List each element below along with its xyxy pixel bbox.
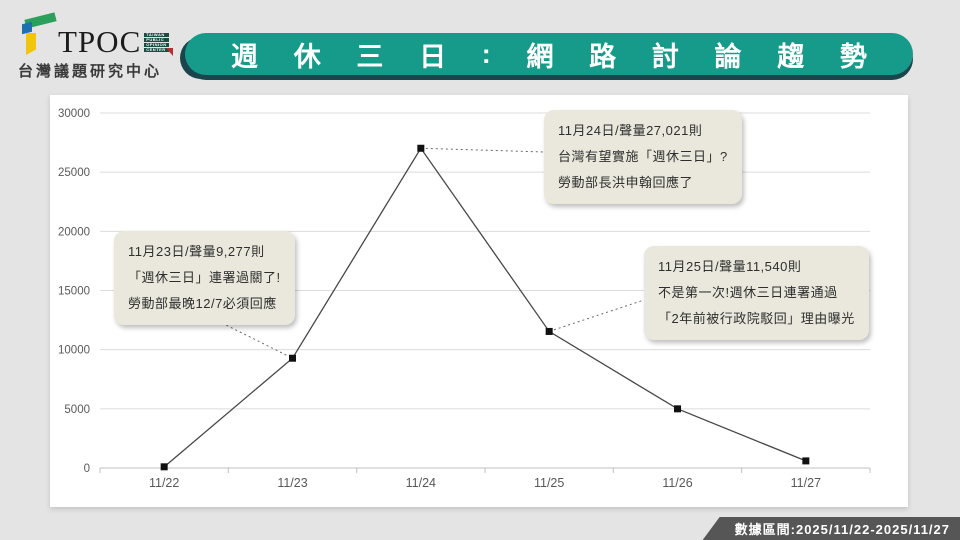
annotation-text: 「週休三日」連署過關了! — [128, 265, 281, 291]
logo-blue-fold-icon — [22, 22, 32, 34]
annotation-callout-nov23: 11月23日/聲量9,277則 「週休三日」連署過關了! 勞動部最晚12/7必須… — [114, 231, 295, 325]
x-tick-label: 11/22 — [149, 476, 179, 490]
y-tick-label: 15000 — [58, 286, 90, 298]
title-char: 週 — [231, 35, 258, 74]
x-tick-label: 11/27 — [791, 476, 821, 490]
y-tick-label: 20000 — [58, 226, 90, 238]
annotation-text: 不是第一次!週休三日連署通過 — [658, 280, 855, 306]
logo-subtext-block: TAIWAN PUBLIC OPINION CENTER — [144, 33, 168, 52]
x-tick-label: 11/25 — [534, 476, 564, 490]
y-tick-label: 10000 — [58, 345, 90, 357]
title-char: 三 — [356, 35, 383, 74]
title-char: 論 — [715, 35, 742, 74]
annotation-callout-nov24: 11月24日/聲量27,021則 台灣有望實施「週休三日」? 勞動部長洪申翰回應… — [544, 110, 742, 204]
y-tick-label: 0 — [84, 463, 90, 475]
title-pill: 週休三日: 網路討論趨勢 — [185, 33, 913, 75]
data-point-marker — [802, 457, 809, 464]
title-char: 趨 — [777, 35, 804, 74]
title-char: 休 — [294, 35, 321, 74]
annotation-text: 台灣有望實施「週休三日」? — [558, 144, 728, 170]
y-tick-label: 30000 — [58, 108, 90, 120]
tpoc-logo-mark-icon — [18, 10, 58, 56]
annotation-connector — [549, 300, 644, 331]
data-point-marker — [161, 463, 168, 470]
x-tick-label: 11/23 — [277, 476, 307, 490]
data-point-marker — [417, 145, 424, 152]
footer-data-range-label: 數據區間:2025/11/22-2025/11/27 — [735, 519, 950, 538]
annotation-text: 勞動部長洪申翰回應了 — [558, 170, 728, 196]
logo-yellow-bar-icon — [26, 33, 36, 55]
annotation-connector — [421, 148, 544, 152]
annotation-callout-nov25: 11月25日/聲量11,540則 不是第一次!週休三日連署通過 「2年前被行政院… — [644, 246, 869, 340]
page-title: 週休三日: 網路討論趨勢 — [185, 33, 913, 75]
title-char: : — [482, 39, 491, 70]
x-tick-label: 11/24 — [406, 476, 436, 490]
data-point-marker — [546, 328, 553, 335]
title-char: 日 — [419, 35, 446, 74]
data-point-marker — [289, 355, 296, 362]
title-char: 勢 — [840, 35, 867, 74]
annotation-text: 11月25日/聲量11,540則 — [658, 254, 855, 280]
annotation-text: 勞動部最晚12/7必須回應 — [128, 291, 281, 317]
title-char: 網 — [526, 35, 553, 74]
x-tick-label: 11/26 — [662, 476, 692, 490]
y-tick-label: 5000 — [64, 404, 90, 416]
annotation-text: 11月23日/聲量9,277則 — [128, 239, 281, 265]
tpoc-logo-top: TPOC TAIWAN PUBLIC OPINION CENTER — [18, 10, 188, 56]
footer-data-range: 數據區間:2025/11/22-2025/11/27 — [703, 517, 960, 540]
tpoc-logo: TPOC TAIWAN PUBLIC OPINION CENTER 台灣議題研究… — [18, 10, 188, 81]
title-char: 路 — [589, 35, 616, 74]
title-char: 討 — [652, 35, 679, 74]
chart-card: 0 5000 10000 15000 20000 25000 30000 11/22 11/23… — [50, 95, 908, 507]
annotation-text: 「2年前被行政院駁回」理由曝光 — [658, 306, 855, 332]
annotation-text: 11月24日/聲量27,021則 — [558, 118, 728, 144]
logo-brand-text: TPOC — [58, 27, 141, 56]
data-point-marker — [674, 405, 681, 412]
logo-org-name: 台灣議題研究中心 — [18, 60, 188, 81]
y-tick-label: 25000 — [58, 167, 90, 179]
logo-red-triangle-icon — [166, 48, 173, 56]
